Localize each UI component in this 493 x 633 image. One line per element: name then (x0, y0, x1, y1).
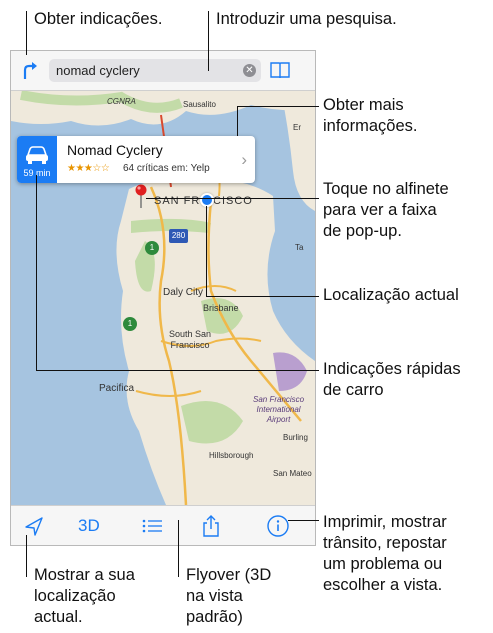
search-input[interactable]: nomad cyclery ✕ (49, 59, 261, 82)
highway-shield-280: 280 (169, 229, 188, 243)
callout-show-location: Mostrar a sua localização actual. (34, 565, 135, 628)
leader-quick-dir-v (36, 175, 37, 370)
maps-screen: nomad cyclery ✕ CGNRA Sausalito Er SAN F… (10, 50, 316, 546)
map-label-sf-left: SAN FR (154, 195, 201, 207)
callout-tap-pin-line3: de pop-up. (323, 222, 402, 240)
info-button[interactable] (266, 514, 290, 538)
map-label-san-mateo: San Mateo (273, 469, 312, 478)
map-label-south-sf: South San Francisco (169, 329, 211, 351)
callout-flyover-line3: padrão) (186, 608, 243, 626)
callout-print-line3: um problema ou (323, 555, 443, 573)
highway-1b-label: 1 (127, 319, 133, 328)
callout-more-info-line2: informações. (323, 117, 418, 135)
map-label-daly-city: Daly City (163, 287, 204, 298)
quick-directions-button[interactable]: 59 min (17, 136, 57, 183)
directions-icon (23, 62, 37, 79)
highway-shield-1b: 1 (123, 317, 137, 331)
map-label-cgnra: CGNRA (107, 97, 136, 106)
leader-search (208, 11, 209, 71)
map-label-airport-line3: Airport (266, 415, 291, 424)
place-name: Nomad Cyclery (67, 142, 163, 158)
callout-tap-pin: Toque no alfinete para ver a faixa de po… (323, 179, 449, 242)
callout-quick-directions-line2: de carro (323, 381, 384, 399)
search-bar: nomad cyclery ✕ (11, 51, 315, 91)
callout-print-line1: Imprimir, mostrar (323, 513, 447, 531)
callout-search: Introduzir uma pesquisa. (216, 10, 397, 28)
map-label-er: Er (293, 123, 301, 132)
leader-more-info-v (237, 106, 238, 136)
map-label-airport: San Francisco International Airport (253, 395, 304, 425)
leader-location-v (206, 206, 207, 296)
callout-quick-directions: Indicações rápidas de carro (323, 359, 461, 401)
map-label-south-sf-line2: Francisco (170, 340, 210, 350)
callout-show-location-line2: localização (34, 587, 116, 605)
callout-print-line4: escolher a vista. (323, 576, 443, 594)
chevron-right-icon[interactable]: › (241, 150, 247, 170)
bottom-toolbar: 3D (11, 505, 315, 545)
callout-quick-directions-line1: Indicações rápidas (323, 360, 461, 378)
callout-tap-pin-line2: para ver a faixa (323, 201, 437, 219)
callout-more-info-line1: Obter mais (323, 96, 404, 114)
review-count: 64 críticas em: Yelp (123, 163, 210, 174)
map-label-ta: Ta (295, 243, 304, 252)
map-label-hillsborough: Hillsborough (209, 451, 254, 460)
share-icon (203, 515, 219, 537)
map-label-sausalito: Sausalito (183, 100, 216, 109)
leader-directions (26, 11, 27, 55)
pin-icon (135, 184, 147, 208)
callout-tap-pin-line1: Toque no alfinete (323, 180, 449, 198)
callout-directions: Obter indicações. (34, 10, 163, 28)
callout-print-options: Imprimir, mostrar trânsito, repostar um … (323, 512, 447, 596)
rating-stars: ★★★☆☆ (67, 163, 110, 174)
leader-location-h (206, 296, 319, 297)
share-button[interactable] (201, 514, 221, 538)
leader-flyover (178, 520, 179, 577)
callout-flyover-line1: Flyover (3D (186, 566, 272, 584)
callout-show-location-line1: Mostrar a sua (34, 566, 135, 584)
place-popup[interactable]: 59 min Nomad Cyclery ★★★☆☆ 64 críticas e… (17, 136, 255, 183)
bookmarks-icon (270, 62, 290, 79)
leader-show-location (26, 535, 27, 577)
map-view[interactable]: CGNRA Sausalito Er SAN FR CISCO Ta 280 1… (11, 91, 315, 505)
clear-icon[interactable]: ✕ (243, 64, 256, 77)
map-label-pacifica: Pacifica (99, 383, 135, 394)
car-icon (26, 146, 48, 164)
callout-flyover-line2: na vista (186, 587, 243, 605)
leader-more-info-h (237, 106, 319, 107)
map-label-south-sf-line1: South San (169, 329, 212, 339)
leader-tap-pin (146, 198, 319, 199)
highway-shield-1a: 1 (145, 241, 159, 255)
callout-print-line2: trânsito, repostar (323, 534, 447, 552)
callout-flyover: Flyover (3D na vista padrão) (186, 565, 271, 628)
highway-1a-label: 1 (149, 243, 155, 252)
info-icon (267, 515, 289, 537)
list-icon (142, 519, 162, 533)
map-label-airport-line1: San Francisco (253, 395, 305, 404)
leader-quick-dir-h (36, 370, 319, 371)
map-label-burlingame: Burling (283, 433, 308, 442)
map-label-airport-line2: International (256, 405, 301, 414)
list-button[interactable] (141, 514, 163, 538)
callout-current-location: Localização actual (323, 286, 459, 304)
search-value: nomad cyclery (56, 63, 140, 78)
map-pin[interactable] (134, 184, 148, 208)
eta-label: 59 min (23, 168, 51, 178)
current-location-dot (200, 193, 214, 207)
bookmarks-button[interactable] (269, 59, 291, 81)
map-label-sf-right: CISCO (213, 195, 253, 207)
callout-more-info: Obter mais informações. (323, 95, 417, 137)
highway-280-label: 280 (171, 231, 186, 240)
map-label-brisbane: Brisbane (203, 303, 239, 313)
callout-show-location-line3: actual. (34, 608, 83, 626)
directions-button[interactable] (19, 59, 41, 81)
flyover-3d-button[interactable]: 3D (78, 514, 100, 538)
leader-print (288, 520, 319, 521)
